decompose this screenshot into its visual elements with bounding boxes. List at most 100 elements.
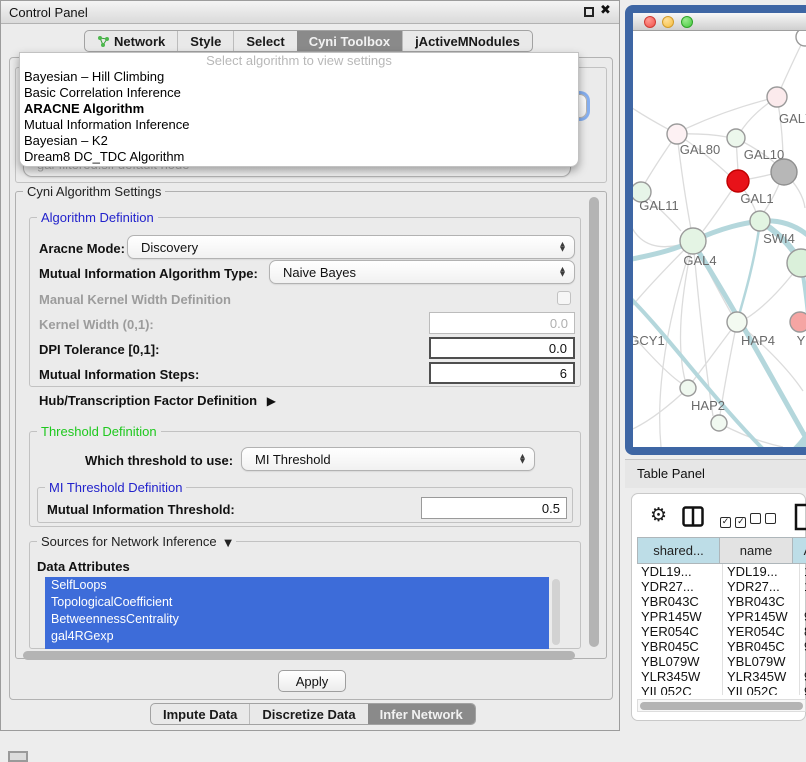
table-cell: YBL079W bbox=[637, 654, 723, 669]
mac-zoom-light[interactable] bbox=[681, 16, 693, 28]
combo-arrows-icon: ▲▼ bbox=[560, 267, 574, 277]
tab-jactivemnodules[interactable]: jActiveMNodules bbox=[402, 31, 532, 51]
settings-group-title: Cyni Algorithm Settings bbox=[23, 184, 165, 199]
graph-node[interactable] bbox=[771, 159, 797, 185]
export-table-icon[interactable] bbox=[794, 503, 806, 531]
bottom-tabstrip: Impute Data Discretize Data Infer Networ… bbox=[150, 703, 476, 725]
algorithm-option[interactable]: ARACNE Algorithm bbox=[20, 101, 578, 117]
graph-node-gal7[interactable] bbox=[767, 87, 787, 107]
tab-label: Cyni Toolbox bbox=[309, 34, 390, 49]
mi-threshold-input[interactable]: 0.5 bbox=[421, 497, 567, 519]
table-cell: YDR27... bbox=[637, 579, 723, 594]
table-cell bbox=[800, 594, 806, 609]
algorithm-option[interactable]: Bayesian – Hill Climbing bbox=[20, 69, 578, 85]
table-row[interactable]: YBR043CYBR043C bbox=[637, 594, 806, 609]
attribute-item[interactable]: gal4RGexp bbox=[45, 628, 549, 645]
network-canvas[interactable]: GAL7GAL80GAL10GAL1GAL11SWI4GAL4GCY1HAP4Y… bbox=[633, 31, 806, 447]
graph-node[interactable] bbox=[711, 415, 727, 431]
algorithm-option[interactable]: Dream8 DC_TDC Algorithm bbox=[20, 149, 578, 165]
attribute-item[interactable]: BetweennessCentrality bbox=[45, 611, 549, 628]
table-row[interactable]: YPR145WYPR145W9. bbox=[637, 609, 806, 624]
table-column-header[interactable]: shared... bbox=[638, 538, 720, 563]
algorithm-definition-title: Algorithm Definition bbox=[37, 210, 158, 225]
table-cell: YIL052C bbox=[723, 684, 800, 695]
graph-node[interactable] bbox=[796, 31, 806, 46]
data-attributes-list[interactable]: SelfLoopsTopologicalCoefficientBetweenne… bbox=[45, 577, 549, 649]
mac-minimize-light[interactable] bbox=[662, 16, 674, 28]
graph-node-hap4[interactable] bbox=[727, 312, 747, 332]
table-row[interactable]: YLR345WYLR345W9. bbox=[637, 669, 806, 684]
table-row[interactable]: YDR27...YDR27...12 bbox=[637, 579, 806, 594]
tab-style[interactable]: Style bbox=[177, 31, 233, 51]
algorithm-option[interactable]: Mutual Information Inference bbox=[20, 117, 578, 133]
split-columns-icon[interactable] bbox=[682, 506, 704, 527]
tab-impute-data[interactable]: Impute Data bbox=[151, 704, 249, 724]
tab-discretize-data[interactable]: Discretize Data bbox=[249, 704, 367, 724]
table-cell: 12 bbox=[800, 579, 806, 594]
table-column-header[interactable]: A bbox=[793, 538, 806, 563]
graph-node-label: GAL4 bbox=[683, 253, 716, 268]
graph-node-label: SWI4 bbox=[763, 231, 795, 246]
mi-type-value: Naive Bayes bbox=[270, 265, 356, 280]
graph-node[interactable] bbox=[787, 249, 806, 277]
attribute-item[interactable]: TopologicalCoefficient bbox=[45, 594, 549, 611]
table-hscroll-thumb[interactable] bbox=[640, 702, 803, 710]
hub-expander[interactable]: Hub/Transcription Factor Definition ▶ bbox=[39, 393, 276, 408]
algorithm-option[interactable]: Bayesian – K2 bbox=[20, 133, 578, 149]
mi-steps-input[interactable]: 6 bbox=[429, 362, 575, 384]
apply-button[interactable]: Apply bbox=[278, 670, 346, 692]
sources-title[interactable]: Sources for Network Inference ▼ bbox=[37, 534, 236, 549]
graph-node-hap2[interactable] bbox=[680, 380, 696, 396]
manual-kernel-checkbox[interactable] bbox=[557, 291, 571, 305]
table-row[interactable]: YIL052CYIL052C9. bbox=[637, 684, 806, 695]
tab-network[interactable]: Network bbox=[85, 31, 177, 51]
tab-label: jActiveMNodules bbox=[415, 34, 520, 49]
combo-arrows-icon: ▲▼ bbox=[520, 454, 534, 464]
settings-horizontal-scrollbar[interactable] bbox=[23, 651, 575, 660]
kernel-width-input[interactable]: 0.0 bbox=[429, 312, 575, 334]
control-panel-title: Control Panel bbox=[9, 5, 88, 20]
tab-infer-network[interactable]: Infer Network bbox=[368, 704, 475, 724]
table-row[interactable]: YDL19...YDL19...13 bbox=[637, 564, 806, 579]
table-cell: YBR045C bbox=[637, 639, 723, 654]
collapsed-panel-grip[interactable] bbox=[8, 751, 28, 762]
dpi-tolerance-input[interactable]: 0.0 bbox=[429, 337, 575, 359]
gear-icon[interactable]: ⚙ bbox=[650, 504, 667, 526]
graph-node-gal4[interactable] bbox=[680, 228, 706, 254]
which-threshold-combo[interactable]: MI Threshold ▲▼ bbox=[241, 447, 535, 471]
settings-vertical-scrollbar[interactable] bbox=[589, 197, 599, 647]
aracne-mode-value: Discovery bbox=[128, 240, 198, 255]
network-window-titlebar[interactable] bbox=[633, 13, 806, 31]
graph-node-gal80[interactable] bbox=[667, 124, 687, 144]
show-columns-icon[interactable]: ✓ ✓ bbox=[720, 511, 746, 529]
float-window-icon[interactable] bbox=[584, 7, 594, 17]
algorithm-dropdown-popup: Select algorithm to view settings Bayesi… bbox=[19, 52, 579, 167]
algorithm-option[interactable]: Basic Correlation Inference bbox=[20, 85, 578, 101]
hide-columns-icon[interactable] bbox=[750, 511, 776, 529]
tab-select[interactable]: Select bbox=[233, 31, 296, 51]
graph-node-swi4[interactable] bbox=[750, 211, 770, 231]
attribute-item[interactable]: SelfLoops bbox=[45, 577, 549, 594]
graph-node-y[interactable] bbox=[790, 312, 806, 332]
mi-threshold-label: Mutual Information Threshold: bbox=[47, 502, 235, 517]
graph-node-label: Y bbox=[797, 333, 806, 348]
aracne-mode-combo[interactable]: Discovery ▲▼ bbox=[127, 235, 575, 259]
table-cell: YPR145W bbox=[723, 609, 800, 624]
table-panel-title: Table Panel bbox=[637, 466, 705, 481]
table-row[interactable]: YBR045CYBR045C9. bbox=[637, 639, 806, 654]
mi-type-combo[interactable]: Naive Bayes ▲▼ bbox=[269, 260, 575, 284]
mac-close-light[interactable] bbox=[644, 16, 656, 28]
table-row[interactable]: YER054CYER054C8. bbox=[637, 624, 806, 639]
attributes-list-scrollbar[interactable] bbox=[552, 579, 560, 645]
graph-node-gal10[interactable] bbox=[727, 129, 745, 147]
aracne-mode-label: Aracne Mode: bbox=[39, 241, 125, 256]
table-cell: YER054C bbox=[723, 624, 800, 639]
tab-cyni-toolbox[interactable]: Cyni Toolbox bbox=[297, 31, 402, 51]
table-column-header[interactable]: name bbox=[720, 538, 793, 563]
table-cell: YIL052C bbox=[637, 684, 723, 695]
table-cell: 9. bbox=[800, 684, 806, 695]
graph-node-gal1[interactable] bbox=[727, 170, 749, 192]
table-row[interactable]: YBL079WYBL079W bbox=[637, 654, 806, 669]
close-icon[interactable]: ✖ bbox=[600, 3, 611, 18]
table-cell: 13 bbox=[800, 564, 806, 579]
